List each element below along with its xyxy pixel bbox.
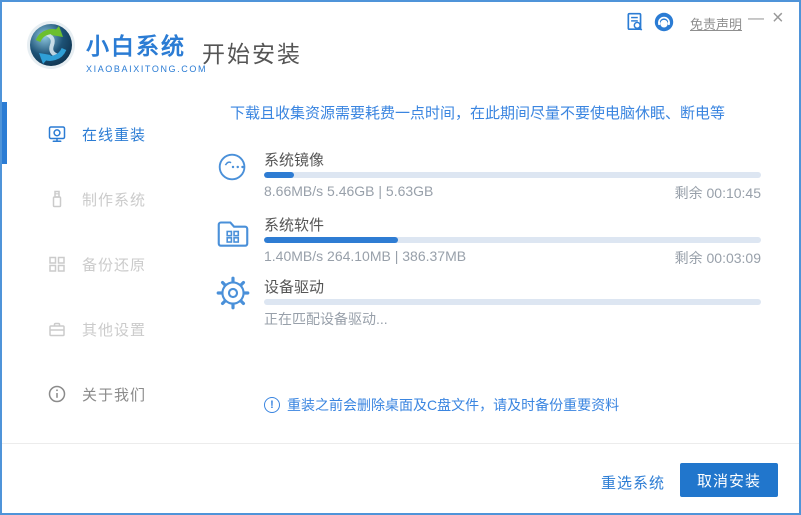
minimize-button[interactable]: — bbox=[748, 10, 764, 28]
task-title: 设备驱动 bbox=[264, 279, 325, 296]
task-progressbar bbox=[264, 299, 761, 305]
brand-logo-icon bbox=[27, 21, 75, 69]
reselect-system-button[interactable]: 重选系统 bbox=[601, 472, 665, 493]
sidebar-item-about-us[interactable]: 关于我们 bbox=[2, 379, 202, 409]
task-stats-row: 正在匹配设备驱动... bbox=[264, 309, 761, 329]
close-button[interactable]: × bbox=[772, 7, 784, 30]
task-stats-row: 8.66MB/s 5.46GB | 5.63GB 剩余 00:10:45 bbox=[264, 183, 761, 203]
footer-divider bbox=[2, 443, 799, 444]
task-progress-fill bbox=[264, 172, 294, 178]
task-progressbar bbox=[264, 172, 761, 178]
folder-icon bbox=[217, 221, 249, 247]
online-reinstall-icon bbox=[48, 126, 66, 142]
usb-make-system-icon bbox=[52, 190, 62, 208]
task-status-text: 正在匹配设备驱动... bbox=[264, 311, 388, 327]
sidebar-item-label: 关于我们 bbox=[82, 386, 147, 404]
task-title: 系统软件 bbox=[264, 217, 325, 234]
brand-text: 小白系统 XIAOBAIXITONG.COM bbox=[86, 27, 207, 74]
download-notice: 下载且收集资源需要耗费一点时间，在此期间尽量不要使电脑休眠、断电等 bbox=[230, 105, 726, 122]
task-progressbar bbox=[264, 237, 761, 243]
brand-name: 小白系统 bbox=[86, 33, 186, 59]
face-icon bbox=[218, 153, 246, 181]
sidebar-item-label: 在线重装 bbox=[82, 126, 147, 144]
document-search-icon[interactable] bbox=[625, 12, 645, 32]
sidebar-item-other-settings[interactable]: 其他设置 bbox=[2, 314, 202, 344]
task-speed-size: 8.66MB/s 5.46GB | 5.63GB bbox=[264, 183, 434, 199]
app-window: 小白系统 XIAOBAIXITONG.COM 开始安装 免责声明 — × 在线重… bbox=[0, 0, 801, 515]
cancel-install-button[interactable]: 取消安装 bbox=[680, 463, 778, 497]
backup-warning-text: 重装之前会删除桌面及C盘文件，请及时备份重要资料 bbox=[287, 397, 620, 413]
customer-service-icon[interactable] bbox=[654, 12, 674, 32]
task-stats-row: 1.40MB/s 264.10MB | 386.37MB 剩余 00:03:09 bbox=[264, 248, 761, 268]
task-progress-fill bbox=[264, 237, 399, 243]
task-title: 系统镜像 bbox=[264, 152, 325, 169]
gear-icon bbox=[216, 276, 250, 310]
page-title: 开始安装 bbox=[202, 41, 302, 67]
sidebar-item-make-system[interactable]: 制作系统 bbox=[2, 184, 202, 214]
task-speed-size: 1.40MB/s 264.10MB | 386.37MB bbox=[264, 248, 467, 264]
brand-subtitle: XIAOBAIXITONG.COM bbox=[86, 64, 208, 74]
other-settings-icon bbox=[49, 322, 65, 337]
disclaimer-link[interactable]: 免责声明 bbox=[690, 14, 742, 33]
backup-warning-note: 重装之前会删除桌面及C盘文件，请及时备份重要资料 bbox=[264, 395, 619, 415]
about-us-icon bbox=[48, 385, 66, 403]
sidebar-item-online-reinstall[interactable]: 在线重装 bbox=[2, 119, 202, 149]
backup-restore-icon bbox=[49, 256, 65, 272]
sidebar-item-backup-restore[interactable]: 备份还原 bbox=[2, 249, 202, 279]
sidebar-item-label: 其他设置 bbox=[82, 321, 147, 339]
task-remaining-time: 剩余 00:03:09 bbox=[674, 250, 761, 266]
sidebar-item-label: 制作系统 bbox=[82, 191, 147, 209]
sidebar-item-label: 备份还原 bbox=[82, 256, 147, 274]
exclamation-circle-icon bbox=[264, 397, 280, 413]
task-remaining-time: 剩余 00:10:45 bbox=[674, 185, 761, 201]
